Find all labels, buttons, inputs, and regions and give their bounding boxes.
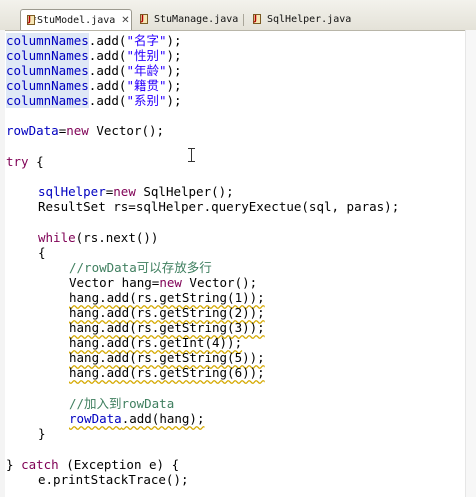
code-line: columnNames.add("籍贯"); xyxy=(6,78,182,93)
code-line: rowData=new Vector(); xyxy=(6,123,165,138)
tab-label: StuManage.java xyxy=(154,14,239,25)
code-line: e.printStackTrace(); xyxy=(38,472,189,487)
text-cursor-icon xyxy=(188,148,195,162)
code-line: { xyxy=(38,245,46,260)
code-line: hang.add(rs.getString(3)); xyxy=(69,320,265,335)
code-line: columnNames.add("性别"); xyxy=(6,48,182,63)
code-line: sqlHelper=new SqlHelper(); xyxy=(38,184,234,199)
editor-tab-bar: *StuModel.java ✕ StuManage.java SqlHelpe… xyxy=(0,0,476,31)
code-line: ResultSet rs=sqlHelper.queryExectue(sql,… xyxy=(38,199,400,214)
code-line: columnNames.add("年龄"); xyxy=(6,63,182,78)
tab-label: SqlHelper.java xyxy=(267,14,352,25)
code-line: rowData.add(hang); xyxy=(69,411,205,426)
java-file-icon xyxy=(253,14,263,25)
code-line: try { xyxy=(6,154,44,169)
code-line: while(rs.next()) xyxy=(38,230,159,245)
code-line: columnNames.add("系别"); xyxy=(6,93,182,108)
editor-ruler xyxy=(0,30,5,497)
close-icon[interactable]: ✕ xyxy=(121,15,129,26)
code-line: hang.add(rs.getString(6)); xyxy=(69,365,265,380)
tab-stumanage[interactable]: StuManage.java xyxy=(134,10,246,29)
code-line: hang.add(rs.getString(2)); xyxy=(69,305,265,320)
code-line: Vector hang=new Vector(); xyxy=(69,275,258,290)
tab-sqlhelper[interactable]: SqlHelper.java xyxy=(247,10,359,29)
tab-separator xyxy=(243,14,244,26)
code-comment: //加入到rowData xyxy=(69,396,175,411)
java-file-icon xyxy=(140,14,150,25)
code-line: hang.add(rs.getInt(4)); xyxy=(69,335,243,350)
code-line: hang.add(rs.getString(1)); xyxy=(69,290,265,305)
code-editor[interactable]: columnNames.add("名字"); columnNames.add("… xyxy=(6,31,476,497)
tab-label: *StuModel.java xyxy=(31,14,116,26)
code-line: } xyxy=(38,426,46,441)
code-line: } catch (Exception e) { xyxy=(6,457,180,472)
tab-stumodel[interactable]: *StuModel.java ✕ xyxy=(20,9,132,30)
code-line: hang.add(rs.getString(5)); xyxy=(69,350,265,365)
code-comment: //rowData可以存放多行 xyxy=(69,260,212,275)
code-line: columnNames.add("名字"); xyxy=(6,33,182,48)
